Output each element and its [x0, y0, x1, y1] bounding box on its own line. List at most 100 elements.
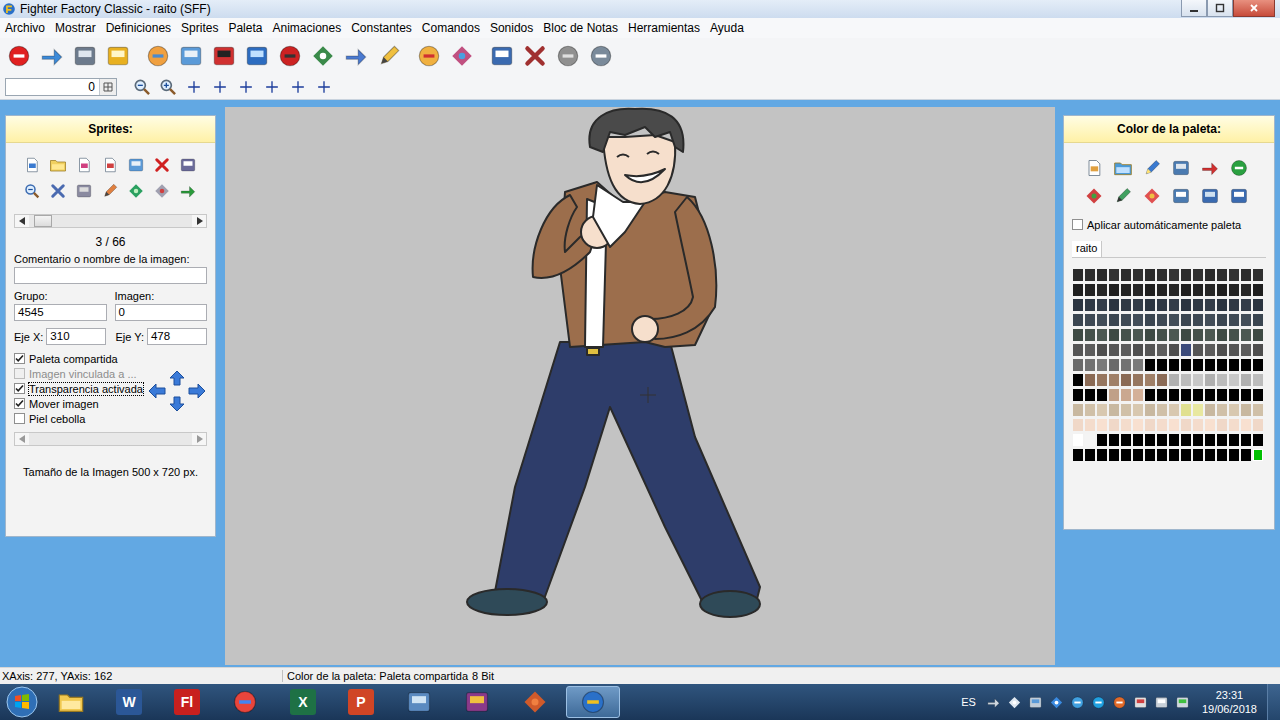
palette-swatch[interactable]: [1073, 449, 1083, 461]
brush-icon[interactable]: [101, 182, 119, 200]
maximize-button[interactable]: [1207, 0, 1233, 17]
refresh-icon[interactable]: [1229, 158, 1249, 178]
palette-swatch[interactable]: [1253, 434, 1263, 446]
palette-swatch[interactable]: [1121, 299, 1131, 311]
palette-swatch[interactable]: [1133, 449, 1143, 461]
palette-swatch[interactable]: [1241, 389, 1251, 401]
palette-swatch[interactable]: [1109, 299, 1119, 311]
toolbar-button[interactable]: [261, 76, 283, 98]
export-palette-icon[interactable]: [1229, 186, 1249, 206]
palette-swatch[interactable]: [1229, 449, 1239, 461]
palette-swatch[interactable]: [1085, 359, 1095, 371]
tray-signal-icon[interactable]: [1154, 695, 1169, 710]
menu-item[interactable]: Comandos: [417, 21, 485, 35]
undo-icon[interactable]: [179, 182, 197, 200]
axis-a-icon[interactable]: [184, 77, 204, 97]
palette-swatch[interactable]: [1217, 404, 1227, 416]
palette-swatch[interactable]: [1241, 284, 1251, 296]
palette-swatch[interactable]: [1205, 359, 1215, 371]
palette-swatch[interactable]: [1229, 419, 1239, 431]
palette-swatch[interactable]: [1229, 284, 1239, 296]
add-sprite-icon[interactable]: [75, 156, 93, 174]
axis-e-icon[interactable]: [288, 77, 308, 97]
palette-swatch[interactable]: [1241, 359, 1251, 371]
palette-swatch[interactable]: [1121, 359, 1131, 371]
open-palette-icon[interactable]: [1113, 158, 1133, 178]
palette-swatch[interactable]: [1133, 389, 1143, 401]
winrar-icon[interactable]: [463, 688, 491, 716]
palette-swatch[interactable]: [1085, 449, 1095, 461]
palette-swatch[interactable]: [1109, 284, 1119, 296]
speaker-icon[interactable]: [310, 43, 336, 69]
palette-swatch[interactable]: [1205, 314, 1215, 326]
auto-apply-checkbox[interactable]: Aplicar automáticamente paleta: [1072, 217, 1266, 232]
picker-icon[interactable]: [1113, 186, 1133, 206]
chrome-icon[interactable]: [231, 688, 259, 716]
toolbar-button[interactable]: [71, 41, 99, 71]
start-button[interactable]: [0, 685, 44, 719]
palette-swatch[interactable]: [1253, 419, 1263, 431]
clock[interactable]: 23:3119/06/2018: [1202, 688, 1257, 716]
taskbar-app[interactable]: [44, 686, 98, 718]
palette-swatch[interactable]: [1097, 419, 1107, 431]
toolbar-button[interactable]: [313, 76, 335, 98]
palette-swatch[interactable]: [1133, 299, 1143, 311]
palette-swatch[interactable]: [1085, 269, 1095, 281]
palette-swatch[interactable]: [1169, 359, 1179, 371]
palette-tab[interactable]: raito: [1072, 241, 1102, 257]
palette-swatch[interactable]: [1097, 314, 1107, 326]
zoom-field-button[interactable]: [99, 79, 116, 95]
palette-swatch[interactable]: [1253, 269, 1263, 281]
arrow-right-icon[interactable]: [196, 217, 203, 225]
zoom-out-icon[interactable]: [132, 77, 152, 97]
picture-icon[interactable]: [127, 156, 145, 174]
taskbar-app[interactable]: X: [276, 686, 330, 718]
colors-icon[interactable]: [1142, 186, 1162, 206]
new-palette-icon[interactable]: [1084, 158, 1104, 178]
palette-swatch[interactable]: [1097, 359, 1107, 371]
checkbox[interactable]: Mover imagen: [14, 396, 147, 411]
palette-swatch[interactable]: [1169, 344, 1179, 356]
palette-swatch[interactable]: [1181, 434, 1191, 446]
palette-swatch[interactable]: [1097, 299, 1107, 311]
palette-swatch[interactable]: [1133, 269, 1143, 281]
palette-swatch[interactable]: [1109, 269, 1119, 281]
sprite-canvas[interactable]: [225, 107, 1055, 665]
palette-swatch[interactable]: [1181, 374, 1191, 386]
palette-swatch[interactable]: [1169, 434, 1179, 446]
tray-skype-icon[interactable]: [1091, 695, 1106, 710]
toolbar-button[interactable]: [375, 41, 403, 71]
palette-swatch[interactable]: [1205, 269, 1215, 281]
palette-swatch[interactable]: [1133, 344, 1143, 356]
group-input[interactable]: 4545: [14, 304, 107, 321]
palette-swatch[interactable]: [1085, 284, 1095, 296]
palette-swatch[interactable]: [1229, 269, 1239, 281]
toolbar-button[interactable]: [276, 41, 304, 71]
palette-swatch[interactable]: [1193, 359, 1203, 371]
palette-swatch[interactable]: [1085, 404, 1095, 416]
tray-drive-icon[interactable]: [1070, 695, 1085, 710]
film-icon[interactable]: [211, 43, 237, 69]
palette-swatch[interactable]: [1241, 404, 1251, 416]
joystick-icon[interactable]: [277, 43, 303, 69]
palette-swatch[interactable]: [1169, 389, 1179, 401]
undo-palette-icon[interactable]: [1200, 158, 1220, 178]
palette-swatch[interactable]: [1097, 329, 1107, 341]
monitor-icon[interactable]: [244, 43, 270, 69]
palette-swatch[interactable]: [1181, 449, 1191, 461]
palette-swatch[interactable]: [1193, 449, 1203, 461]
palette-swatch[interactable]: [1217, 419, 1227, 431]
palette-swatch[interactable]: [1217, 434, 1227, 446]
menu-item[interactable]: Definiciones: [101, 21, 176, 35]
palette-swatch[interactable]: [1241, 329, 1251, 341]
palette-swatch[interactable]: [1241, 344, 1251, 356]
toolbar-button[interactable]: [448, 41, 476, 71]
toolbar-button[interactable]: [488, 41, 516, 71]
palette-swatch[interactable]: [1193, 419, 1203, 431]
palette-swatch[interactable]: [1205, 284, 1215, 296]
menu-item[interactable]: Constantes: [346, 21, 417, 35]
checkbox[interactable]: Transparencia activada: [14, 381, 147, 396]
zoom-field[interactable]: 0: [5, 78, 117, 96]
scroll-left-button[interactable]: [15, 215, 29, 227]
palette-swatch[interactable]: [1097, 269, 1107, 281]
